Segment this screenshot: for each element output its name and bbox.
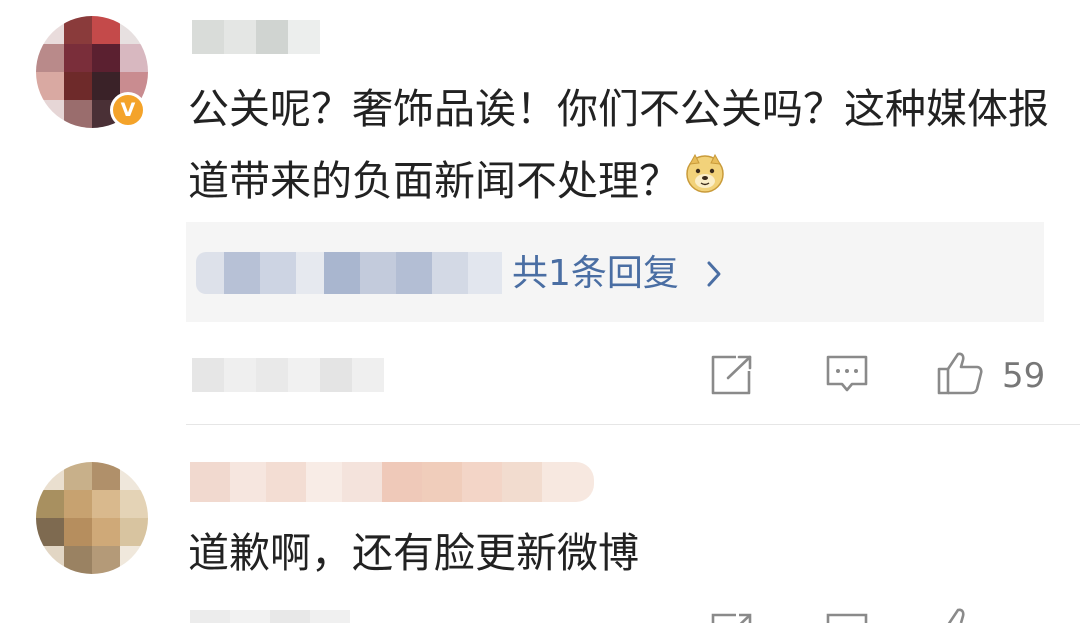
chevron-right-icon[interactable] [704,259,724,293]
comment-divider [186,424,1080,425]
username-blurred[interactable] [190,462,594,502]
comment-text: 公关呢？奢饰品诶！你们不公关吗？这种媒体报道带来的负面新闻不处理？ [188,73,1058,217]
timestamp-blurred [192,358,384,392]
doge-emoji-icon [684,144,726,216]
like-icon[interactable] [936,350,984,400]
share-icon[interactable] [710,612,754,623]
comment-icon[interactable] [825,612,869,623]
reply-author-blurred[interactable] [196,252,502,294]
commenter-avatar[interactable] [36,462,148,574]
view-replies-link[interactable]: 共1条回复 [512,250,679,298]
like-count: 59 [1002,356,1046,396]
comment-meta-row-partial [190,610,390,623]
share-icon[interactable] [710,354,754,400]
username-blurred[interactable] [192,20,320,54]
verified-badge-icon: V [110,92,146,128]
comment-text: 道歉啊，还有脸更新微博 [188,529,639,577]
like-icon[interactable] [936,606,984,623]
comment-icon[interactable] [825,354,869,400]
